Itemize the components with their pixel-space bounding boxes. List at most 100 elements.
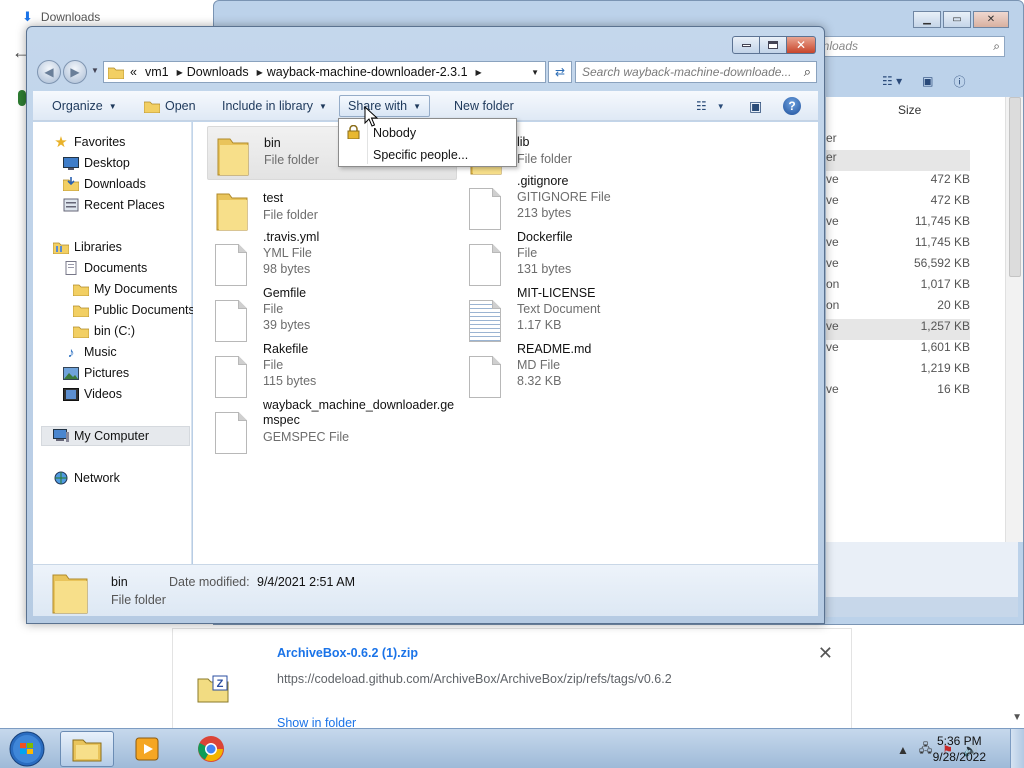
nav-label: Desktop bbox=[84, 156, 130, 170]
scrollbar-thumb[interactable] bbox=[1009, 97, 1021, 277]
chevron-right-icon[interactable]: ▶ bbox=[474, 68, 484, 77]
chevron-right-icon[interactable]: ▶ bbox=[175, 68, 185, 77]
nav-my-computer[interactable]: My Computer bbox=[41, 426, 190, 446]
organize-button[interactable]: Organize ▼ bbox=[43, 95, 126, 117]
search-input[interactable]: Search wayback-machine-downloade... ⌕ bbox=[575, 61, 817, 83]
scroll-down-arrow-icon[interactable]: ▼ bbox=[1012, 712, 1022, 723]
nav-music[interactable]: ♪ Music bbox=[63, 342, 117, 362]
search-input[interactable]: wnloads ⌕ bbox=[809, 36, 1005, 57]
minimize-icon[interactable]: ▁ bbox=[913, 11, 941, 28]
new-folder-label: New folder bbox=[454, 99, 514, 113]
list-item[interactable]: er bbox=[826, 131, 970, 152]
vertical-scrollbar[interactable] bbox=[1005, 97, 1023, 542]
list-item[interactable]: ve 472 KB bbox=[826, 193, 970, 214]
nav-bin-c[interactable]: bin (C:) bbox=[73, 321, 135, 341]
nav-documents[interactable]: Documents bbox=[63, 258, 147, 278]
address-bar[interactable]: « vm1 ▶ Downloads ▶ wayback-machine-down… bbox=[103, 61, 546, 83]
file-item[interactable]: test File folder bbox=[207, 182, 457, 236]
file-item[interactable]: README.md MD File 8.32 KB bbox=[461, 342, 711, 404]
music-icon: ♪ bbox=[67, 344, 75, 360]
forward-button[interactable]: ▶ bbox=[63, 60, 87, 84]
list-item[interactable]: er bbox=[826, 150, 970, 171]
list-item[interactable]: ve 1,601 KB bbox=[826, 340, 970, 361]
breadcrumb-item[interactable]: Downloads bbox=[185, 65, 255, 79]
list-item[interactable]: ve 16 KB bbox=[826, 382, 970, 403]
back-button[interactable]: ◀ bbox=[37, 60, 61, 84]
breadcrumb-overflow[interactable]: « bbox=[128, 65, 143, 79]
file-item[interactable]: Gemfile File 39 bytes bbox=[207, 286, 457, 348]
preview-pane-icon[interactable]: ▣ bbox=[922, 74, 933, 88]
list-item[interactable]: on 20 KB bbox=[826, 298, 970, 319]
nav-public-documents[interactable]: Public Documents bbox=[73, 300, 195, 320]
chevron-right-icon[interactable]: ▶ bbox=[255, 68, 265, 77]
change-view-icon[interactable]: ☷ ▾ bbox=[882, 74, 902, 88]
refresh-icon: ⇄ bbox=[554, 65, 566, 79]
nav-videos[interactable]: Videos bbox=[63, 384, 122, 404]
nav-desktop[interactable]: Desktop bbox=[63, 153, 130, 173]
item-size: 20 KB bbox=[937, 298, 970, 312]
taskbar-explorer-button[interactable] bbox=[60, 731, 114, 767]
refresh-button[interactable]: ⇄ bbox=[548, 61, 572, 83]
list-item[interactable]: ve 11,745 KB bbox=[826, 235, 970, 256]
close-button[interactable]: ✕ bbox=[786, 36, 816, 54]
clock-date: 9/28/2022 bbox=[932, 750, 986, 764]
details-type: File folder bbox=[111, 593, 166, 607]
share-with-button[interactable]: Share with ▼ bbox=[339, 95, 430, 117]
taskbar-media-player-button[interactable] bbox=[121, 731, 175, 767]
file-item[interactable]: .gitignore GITIGNORE File 213 bytes bbox=[461, 174, 711, 236]
remove-download-icon[interactable]: ✕ bbox=[818, 643, 833, 664]
file-item[interactable]: .travis.yml YML File 98 bytes bbox=[207, 230, 457, 292]
recent-pages-dropdown-icon[interactable]: ▼ bbox=[91, 66, 99, 75]
show-desktop-button[interactable] bbox=[1010, 729, 1024, 768]
explorer-window: ✕ ◀ ▶ ▼ « vm1 ▶ Downloads ▶ wayback-mach… bbox=[26, 26, 825, 624]
chevron-down-icon: ▼ bbox=[413, 101, 421, 111]
help-button[interactable]: ? bbox=[783, 97, 801, 115]
file-size: 131 bytes bbox=[517, 262, 572, 276]
menu-item-specific-people[interactable]: Specific people... bbox=[341, 144, 514, 165]
download-filename-link[interactable]: ArchiveBox-0.6.2 (1).zip bbox=[277, 646, 418, 660]
breadcrumb-item[interactable]: vm1 bbox=[143, 65, 175, 79]
new-folder-button[interactable]: New folder bbox=[445, 95, 523, 117]
show-hidden-icons-icon[interactable]: ▲ bbox=[897, 743, 909, 757]
change-view-button[interactable]: ☷ ▼ bbox=[696, 95, 725, 117]
nav-libraries[interactable]: Libraries bbox=[53, 237, 122, 257]
nav-my-documents[interactable]: My Documents bbox=[73, 279, 177, 299]
list-item[interactable]: ve 1,257 KB bbox=[826, 319, 970, 340]
close-icon: ✕ bbox=[795, 38, 807, 52]
address-dropdown-icon[interactable]: ▼ bbox=[531, 68, 539, 77]
minimize-button[interactable] bbox=[732, 36, 760, 54]
open-button[interactable]: Open bbox=[135, 95, 205, 117]
breadcrumb-item[interactable]: wayback-machine-downloader-2.3.1 bbox=[265, 65, 474, 79]
list-item[interactable]: 1,219 KB bbox=[826, 361, 970, 382]
file-type: File folder bbox=[263, 208, 318, 222]
close-icon[interactable]: ✕ bbox=[973, 11, 1009, 28]
file-list: Size er er ve 472 KB ve 472 KB ve 11,745 KB… bbox=[826, 97, 1018, 542]
network-tray-icon[interactable]: 🖧 bbox=[919, 739, 932, 760]
nav-favorites[interactable]: ★ Favorites bbox=[53, 132, 125, 152]
list-item[interactable]: ve 472 KB bbox=[826, 172, 970, 193]
nav-downloads[interactable]: Downloads bbox=[63, 174, 146, 194]
maximize-button[interactable] bbox=[759, 36, 787, 54]
preview-pane-button[interactable]: ▣ bbox=[749, 95, 762, 117]
nav-recent-places[interactable]: Recent Places bbox=[63, 195, 165, 215]
file-name: Gemfile bbox=[263, 286, 307, 300]
clock[interactable]: 5:36 PM 9/28/2022 bbox=[933, 733, 986, 765]
column-header-size[interactable]: Size bbox=[898, 103, 921, 117]
browser-side-indicator bbox=[18, 90, 26, 106]
list-item[interactable]: ve 56,592 KB bbox=[826, 256, 970, 277]
help-icon[interactable]: ⓘ bbox=[953, 73, 965, 90]
file-item[interactable]: Rakefile File 115 bytes bbox=[207, 342, 457, 404]
include-in-library-button[interactable]: Include in library ▼ bbox=[213, 95, 336, 117]
nav-network[interactable]: Network bbox=[53, 468, 120, 488]
list-item[interactable]: on 1,017 KB bbox=[826, 277, 970, 298]
list-item[interactable]: ve 11,745 KB bbox=[826, 214, 970, 235]
file-icon bbox=[215, 244, 247, 286]
start-button[interactable] bbox=[4, 730, 50, 768]
taskbar-chrome-button[interactable] bbox=[184, 731, 238, 767]
nav-pictures[interactable]: Pictures bbox=[63, 363, 129, 383]
file-item[interactable]: wayback_machine_downloader.ge mspec GEMSP… bbox=[207, 398, 457, 460]
item-type: ve bbox=[826, 235, 839, 249]
file-item[interactable]: Dockerfile File 131 bytes bbox=[461, 230, 711, 292]
maximize-icon[interactable]: ▭ bbox=[943, 11, 971, 28]
file-item[interactable]: MIT-LICENSE Text Document 1.17 KB bbox=[461, 286, 711, 348]
